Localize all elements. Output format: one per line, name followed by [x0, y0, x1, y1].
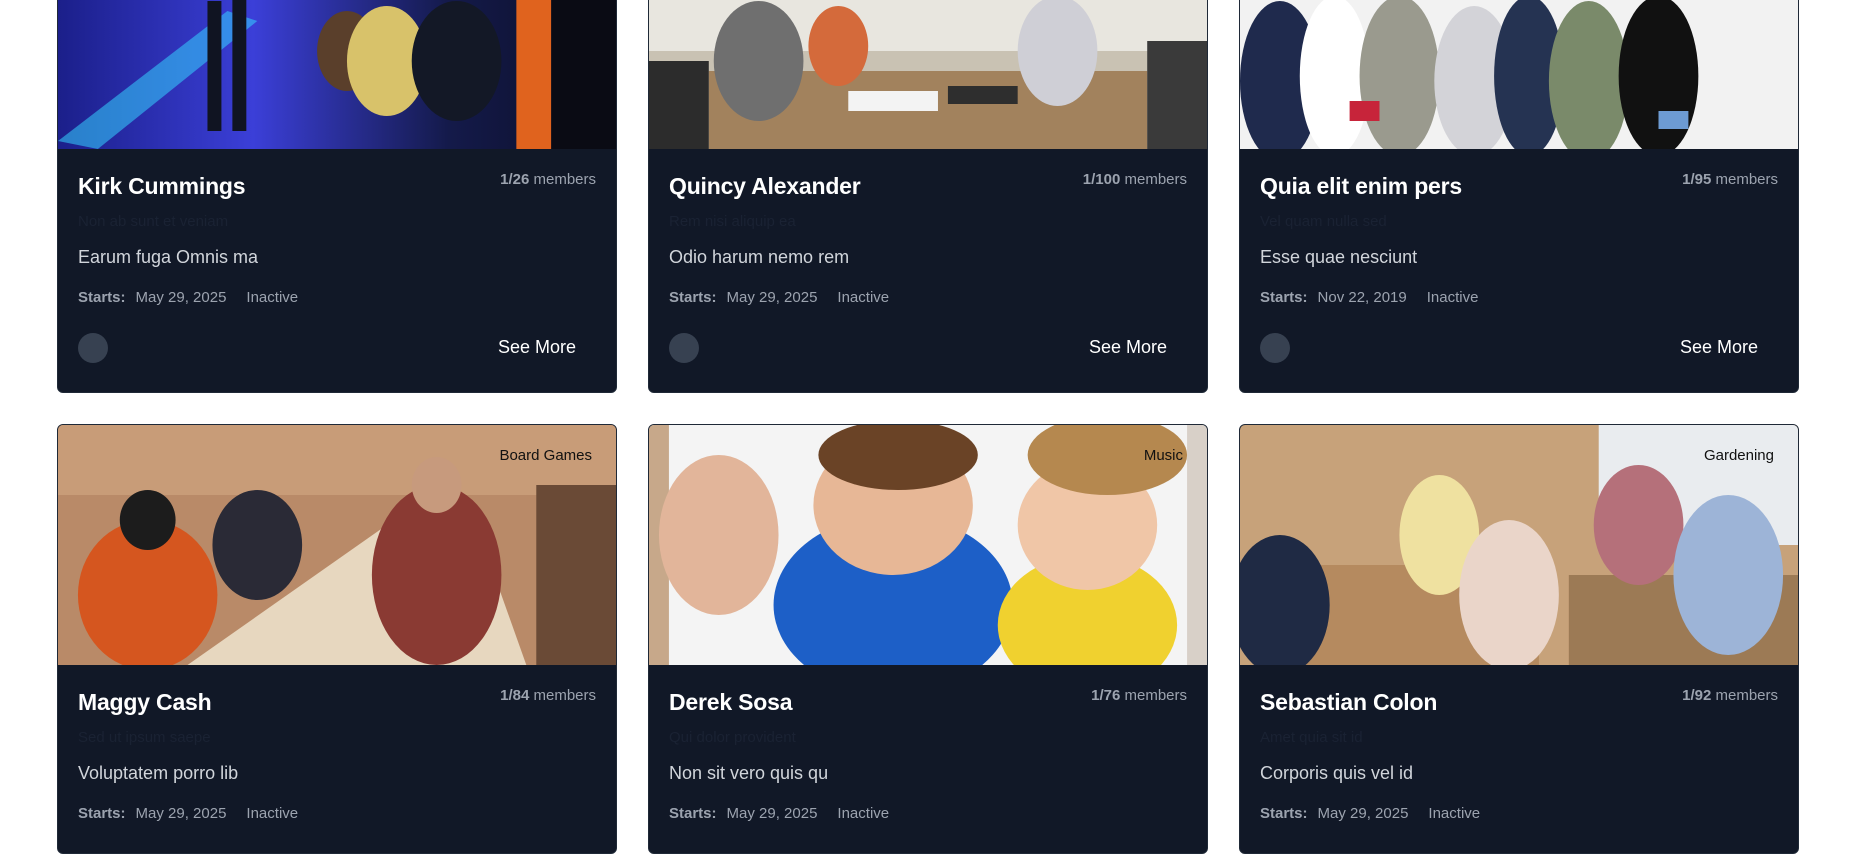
group-meta: Starts: May 29, 2025 Inactive	[669, 289, 889, 306]
member-count-value: 1/95	[1682, 171, 1712, 188]
member-count-value: 1/100	[1082, 171, 1121, 188]
group-card-grid: Kirk Cummings 1/26 members Non ab sunt e…	[0, 0, 1857, 854]
group-photo	[649, 0, 1207, 149]
status-text: Inactive	[246, 289, 299, 306]
group-title: Maggy Cash	[78, 689, 212, 715]
member-count-value: 1/26	[500, 171, 530, 188]
group-title: Derek Sosa	[669, 689, 793, 715]
group-meta: Starts: May 29, 2025 Inactive	[78, 805, 298, 822]
status-text: Inactive	[1428, 805, 1481, 822]
member-count-value: 1/76	[1091, 687, 1121, 704]
start-date: May 29, 2025	[1317, 805, 1409, 822]
group-subtitle: Non ab sunt et veniam	[78, 213, 229, 230]
member-count: 1/26 members	[500, 171, 596, 188]
group-card[interactable]: Quincy Alexander 1/100 members Rem nisi …	[648, 0, 1208, 393]
group-title: Quincy Alexander	[669, 173, 861, 199]
group-meta: Starts: Nov 22, 2019 Inactive	[1260, 289, 1478, 306]
group-meta: Starts: May 29, 2025 Inactive	[78, 289, 298, 306]
starts-label: Starts:	[669, 289, 717, 306]
member-count: 1/95 members	[1682, 171, 1778, 188]
group-photo: Gardening	[1240, 425, 1798, 665]
group-subtitle: Rem nisi aliquip ea	[669, 213, 796, 230]
avatar	[669, 333, 699, 363]
member-count: 1/92 members	[1682, 687, 1778, 704]
group-description: Voluptatem porro lib	[78, 763, 239, 783]
group-description: Odio harum nemo rem	[669, 247, 850, 267]
group-photo	[1240, 0, 1798, 149]
member-count-label: members	[1124, 171, 1187, 188]
group-description: Non sit vero quis qu	[669, 763, 829, 783]
member-count-label: members	[533, 687, 596, 704]
status-text: Inactive	[837, 289, 890, 306]
see-more-button[interactable]: See More	[498, 337, 576, 358]
member-count-label: members	[533, 171, 596, 188]
group-card[interactable]: Gardening Sebastian Colon 1/92 members A…	[1239, 424, 1799, 854]
member-count-value: 1/92	[1682, 687, 1712, 704]
member-count: 1/84 members	[500, 687, 596, 704]
group-card[interactable]: Quia elit enim pers 1/95 members Vel qua…	[1239, 0, 1799, 393]
avatar	[1260, 333, 1290, 363]
group-description: Corporis quis vel id	[1260, 763, 1414, 783]
group-subtitle: Qui dolor provident	[669, 729, 796, 746]
start-date: Nov 22, 2019	[1317, 289, 1407, 306]
group-subtitle: Sed ut ipsum saepe	[78, 729, 211, 746]
group-description: Earum fuga Omnis ma	[78, 247, 259, 267]
category-tag: Gardening	[1703, 447, 1774, 464]
group-photo: Music	[649, 425, 1207, 665]
category-tag: Board Games	[499, 447, 592, 464]
see-more-button[interactable]: See More	[1680, 337, 1758, 358]
member-count-label: members	[1715, 687, 1778, 704]
start-date: May 29, 2025	[726, 289, 818, 306]
group-card[interactable]: Music Derek Sosa 1/76 members Qui dolor …	[648, 424, 1208, 854]
starts-label: Starts:	[78, 805, 126, 822]
member-count: 1/100 members	[1083, 171, 1187, 188]
group-card[interactable]: Board Games Maggy Cash 1/84 members Sed …	[57, 424, 617, 854]
member-count: 1/76 members	[1091, 687, 1187, 704]
starts-label: Starts:	[78, 289, 126, 306]
group-photo: Board Games	[58, 425, 616, 665]
starts-label: Starts:	[1260, 289, 1308, 306]
group-title: Quia elit enim pers	[1260, 173, 1462, 199]
avatar	[78, 333, 108, 363]
group-card[interactable]: Kirk Cummings 1/26 members Non ab sunt e…	[57, 0, 617, 393]
group-subtitle: Amet quia sit id	[1260, 729, 1363, 746]
starts-label: Starts:	[669, 805, 717, 822]
group-meta: Starts: May 29, 2025 Inactive	[1260, 805, 1480, 822]
group-title: Sebastian Colon	[1260, 689, 1438, 715]
group-description: Esse quae nesciunt	[1260, 247, 1418, 267]
category-tag: Music	[1143, 447, 1183, 464]
group-title: Kirk Cummings	[78, 173, 246, 199]
status-text: Inactive	[837, 805, 890, 822]
group-meta: Starts: May 29, 2025 Inactive	[669, 805, 889, 822]
member-count-label: members	[1715, 171, 1778, 188]
member-count-value: 1/84	[500, 687, 530, 704]
start-date: May 29, 2025	[726, 805, 818, 822]
start-date: May 29, 2025	[135, 805, 227, 822]
status-text: Inactive	[1426, 289, 1479, 306]
group-photo	[58, 0, 616, 149]
start-date: May 29, 2025	[135, 289, 227, 306]
status-text: Inactive	[246, 805, 299, 822]
see-more-button[interactable]: See More	[1089, 337, 1167, 358]
starts-label: Starts:	[1260, 805, 1308, 822]
member-count-label: members	[1124, 687, 1187, 704]
group-subtitle: Vel quam nulla sed	[1260, 213, 1387, 230]
